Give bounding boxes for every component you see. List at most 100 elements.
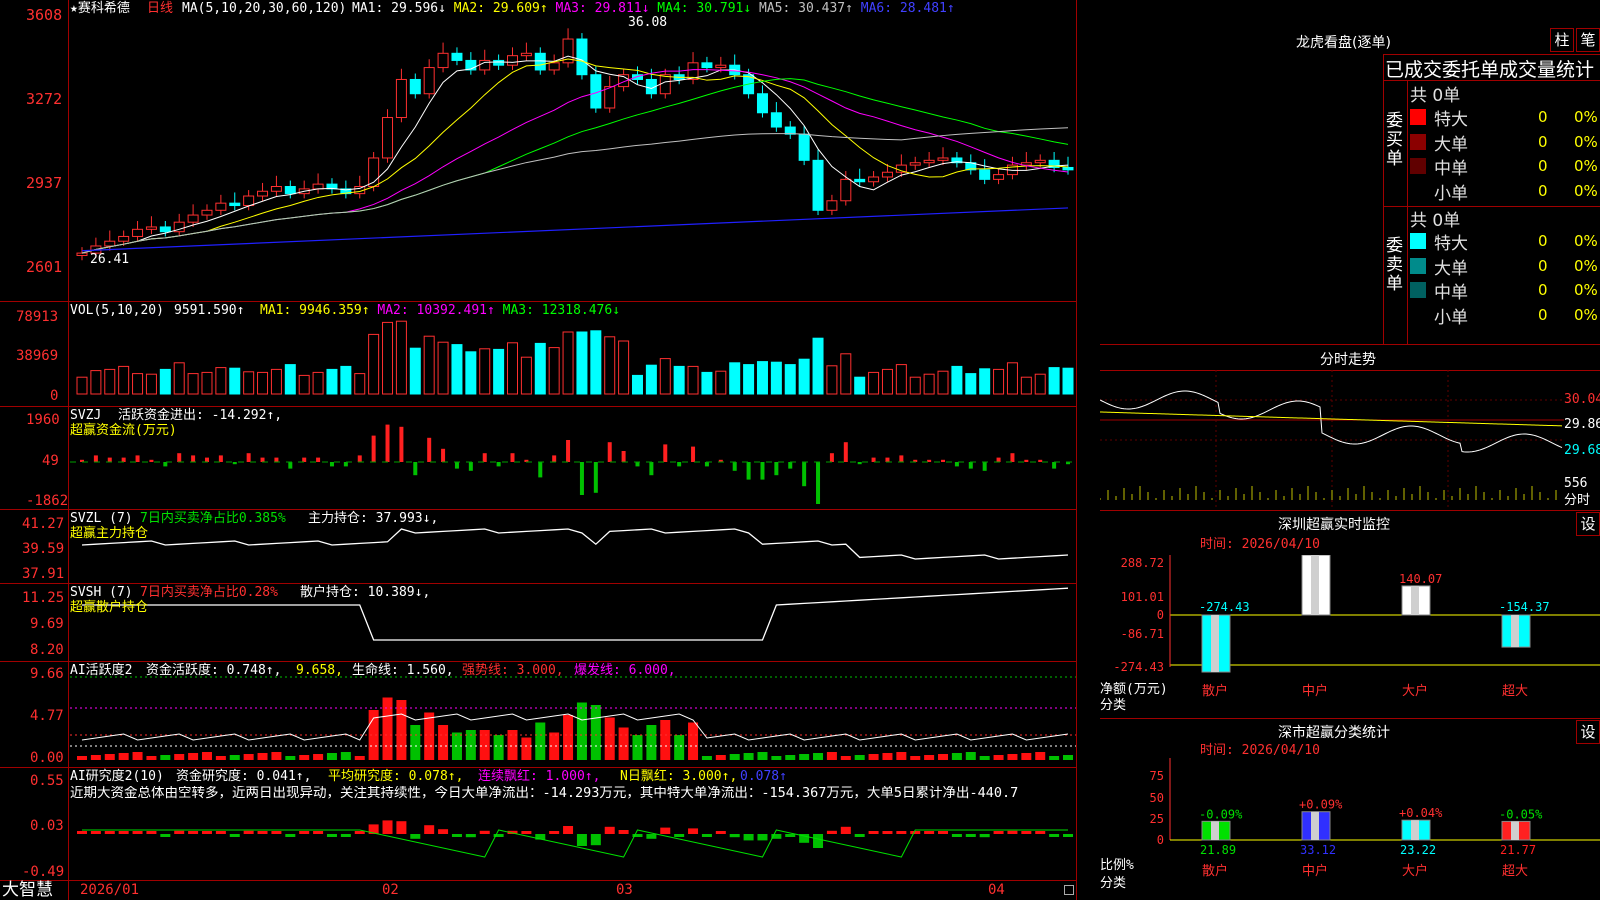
chart-mark — [76, 376, 88, 395]
y-tick: 11.25 — [22, 590, 65, 606]
chart-mark — [1048, 367, 1060, 395]
ma-value-1: MA1: 29.596↓ — [352, 1, 454, 16]
chart-mark — [149, 459, 154, 462]
chart-mark — [704, 462, 709, 467]
y-tick: 41.27 — [22, 516, 65, 532]
chart-mark — [868, 831, 879, 834]
legend-swatch — [1410, 182, 1426, 199]
bar-mode-button[interactable]: 柱 — [1550, 28, 1574, 52]
y-tick: 3608 — [26, 6, 63, 24]
cls-change: +0.09% — [1299, 798, 1343, 812]
sz-settings-button[interactable]: 设 — [1576, 512, 1600, 536]
legend-swatch — [1410, 158, 1426, 174]
y-tick: 39.59 — [22, 541, 65, 557]
chart-mark — [399, 426, 404, 462]
chart-mark — [871, 457, 876, 462]
chart-mark — [604, 826, 615, 834]
chart-mark — [1034, 159, 1046, 164]
lock-icon[interactable] — [1064, 885, 1074, 895]
chart-mark — [76, 252, 88, 256]
chart-mark — [993, 831, 1004, 834]
chart-mark — [979, 834, 990, 838]
chart-mark — [743, 834, 754, 841]
fs-price: 29.86 — [1564, 417, 1600, 432]
chart-mark — [326, 368, 338, 395]
chart-mark — [951, 365, 963, 395]
chart-mark — [881, 368, 893, 395]
chart-mark — [132, 752, 143, 760]
chart-mark — [132, 373, 144, 395]
chart-mark — [177, 453, 182, 462]
legend-name: 特大 — [1434, 234, 1468, 254]
chart-mark — [996, 457, 1001, 462]
ai2-desc5: 0.078↑ — [740, 769, 787, 784]
stock-title[interactable]: ★赛科希德 — [70, 1, 130, 16]
chart-mark — [493, 735, 504, 760]
chart-mark — [660, 827, 671, 834]
chart-mark — [326, 834, 337, 837]
legend-pct: 0% — [1574, 181, 1598, 200]
chart-mark — [395, 78, 407, 119]
chart-mark — [938, 754, 949, 760]
chart-mark — [951, 753, 962, 760]
legend-name: 小单 — [1434, 307, 1468, 328]
chart-mark — [937, 157, 949, 161]
chart-mark — [802, 462, 807, 487]
intraday-chart[interactable] — [1100, 370, 1600, 510]
chart-mark — [881, 171, 893, 178]
ai2-desc2: 平均研究度: 0.078↑, — [328, 769, 464, 784]
sz-bar-label: -154.37 — [1499, 600, 1550, 614]
chart-mark — [649, 462, 654, 476]
chart-mark — [215, 367, 227, 395]
kline-canvas[interactable] — [0, 0, 1076, 900]
cls-settings-button[interactable]: 设 — [1576, 720, 1600, 744]
chart-mark — [674, 834, 685, 837]
chart-mark — [271, 752, 282, 760]
chart-mark — [938, 831, 949, 834]
legend-pct: 0% — [1574, 256, 1598, 275]
chart-mark — [1052, 462, 1057, 469]
chart-mark — [340, 834, 351, 837]
sz-bar-shade — [1511, 615, 1519, 648]
chart-mark — [965, 373, 977, 395]
chart-mark — [854, 178, 866, 183]
tick-mode-button[interactable]: 笔 — [1576, 28, 1600, 52]
chart-mark — [163, 462, 168, 467]
chart-mark — [329, 462, 334, 467]
chart-mark — [357, 455, 362, 462]
chart-mark — [437, 52, 449, 69]
period-label[interactable]: 日线 — [147, 1, 173, 16]
chart-mark — [313, 831, 324, 834]
chart-mark — [451, 52, 463, 61]
chart-mark — [631, 374, 643, 395]
legend-pct: 0% — [1574, 108, 1598, 126]
sz-bar-shade — [1411, 585, 1419, 615]
ai1-label: AI活跃度2 — [70, 663, 133, 678]
chart-mark — [937, 370, 949, 395]
chart-mark — [135, 455, 140, 462]
cls-bar-shade — [1511, 821, 1519, 840]
cls-change: -0.05% — [1499, 807, 1543, 821]
sz-cat: 超大 — [1502, 684, 1528, 699]
ai1-desc3: 生命线: 1.560, — [352, 663, 454, 678]
chart-mark — [715, 370, 727, 395]
chart-mark — [215, 202, 227, 211]
chart-mark — [743, 364, 755, 395]
divider — [1407, 80, 1408, 344]
chart-mark — [715, 831, 726, 834]
chart-mark — [645, 364, 657, 395]
chart-mark — [1010, 453, 1015, 462]
chart-mark — [812, 337, 824, 395]
chart-mark — [954, 462, 959, 467]
chart-mark — [635, 462, 640, 467]
y-tick: 0.55 — [30, 773, 64, 789]
chart-mark — [482, 453, 487, 462]
cls-value: 23.22 — [1400, 843, 1436, 857]
legend-pct: 0% — [1574, 157, 1598, 175]
chart-mark — [396, 821, 407, 834]
chart-mark — [618, 727, 629, 760]
chart-mark — [882, 753, 893, 760]
chart-mark — [840, 353, 852, 395]
chart-mark — [395, 320, 407, 395]
chart-mark — [90, 370, 102, 395]
